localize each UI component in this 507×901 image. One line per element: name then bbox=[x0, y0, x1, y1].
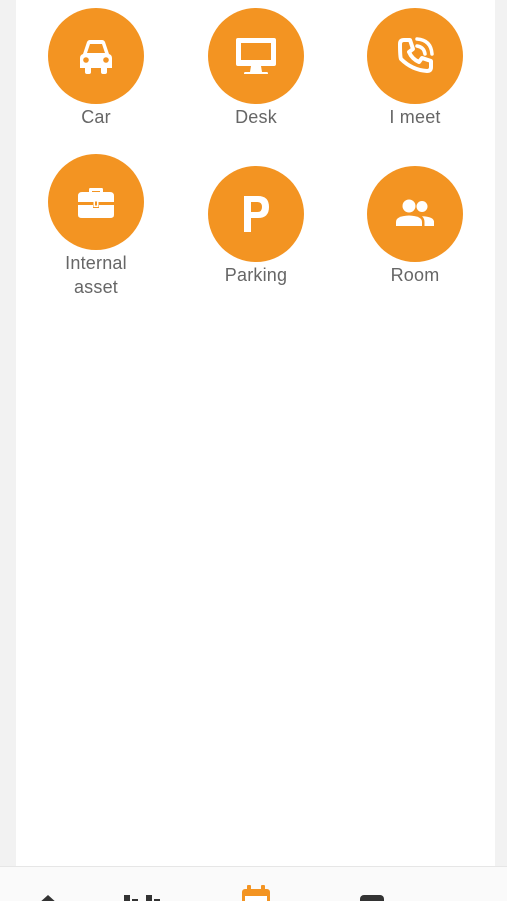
tile-internal-asset-circle bbox=[48, 154, 144, 250]
tile-car[interactable]: Car bbox=[36, 8, 156, 129]
desktop-monitor-icon bbox=[236, 38, 276, 74]
tile-desk-label: Desk bbox=[235, 107, 277, 127]
parking-icon bbox=[244, 196, 269, 232]
tile-i-meet-label: I meet bbox=[389, 107, 441, 127]
briefcase-icon bbox=[78, 188, 114, 218]
tile-i-meet[interactable]: I meet bbox=[355, 8, 475, 129]
tile-internal-asset-label: Internal asset bbox=[65, 253, 127, 297]
tile-room-label: Room bbox=[390, 265, 440, 285]
tile-desk-circle bbox=[208, 8, 304, 104]
calendar-icon[interactable] bbox=[241, 885, 271, 901]
people-group-icon bbox=[396, 199, 434, 226]
menu-icon[interactable] bbox=[124, 895, 160, 901]
car-icon bbox=[80, 40, 112, 74]
tile-room[interactable]: Room bbox=[355, 166, 475, 287]
tile-room-circle bbox=[367, 166, 463, 262]
phone-call-icon bbox=[398, 37, 434, 73]
tile-parking[interactable]: Parking bbox=[196, 166, 316, 287]
tile-internal-asset[interactable]: Internal asset bbox=[36, 154, 156, 299]
tile-i-meet-circle bbox=[367, 8, 463, 104]
bottom-navigation-bar bbox=[0, 866, 507, 901]
content-card: Car Desk I meet Internal asset Parking R… bbox=[16, 0, 495, 866]
tile-car-label: Car bbox=[81, 107, 111, 127]
tile-parking-circle bbox=[208, 166, 304, 262]
tile-car-circle bbox=[48, 8, 144, 104]
tile-desk[interactable]: Desk bbox=[196, 8, 316, 129]
tile-parking-label: Parking bbox=[224, 265, 288, 285]
